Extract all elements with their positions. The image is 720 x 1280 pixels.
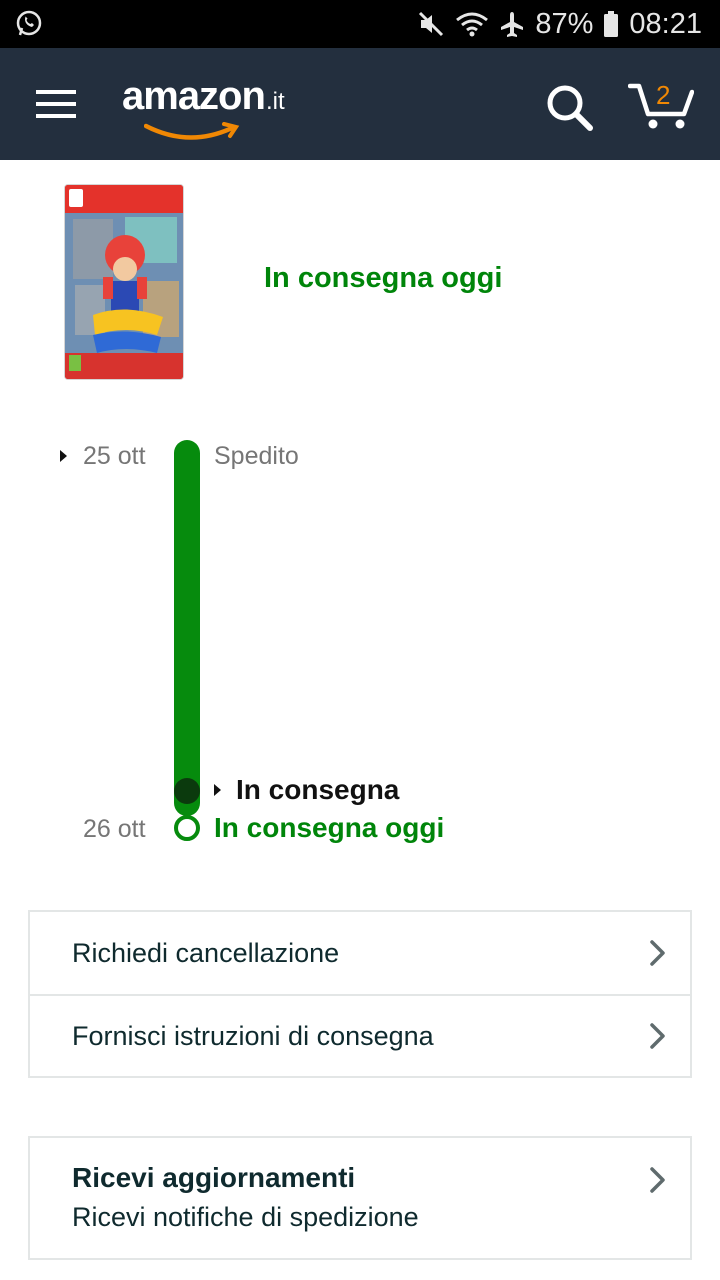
- timeline-label-current[interactable]: In consegna: [236, 774, 399, 806]
- chevron-right-icon: [650, 1167, 665, 1193]
- timeline-label-delivery: In consegna oggi: [214, 812, 445, 843]
- timeline-current-marker: [174, 778, 200, 804]
- product-boxart-icon: [65, 185, 183, 379]
- timeline-label-shipped: Spedito: [214, 442, 299, 470]
- timeline-date-delivery: 26 ott: [83, 815, 146, 843]
- caret-right-icon: [60, 450, 67, 462]
- chevron-right-icon: [650, 940, 665, 966]
- search-icon[interactable]: [544, 82, 596, 134]
- battery-icon: [604, 11, 619, 37]
- logo-smile-icon: [144, 122, 240, 140]
- amazon-logo[interactable]: amazon.it: [122, 74, 285, 140]
- battery-percentage: 87%: [535, 7, 594, 40]
- app-header: amazon.it: [0, 48, 720, 160]
- logo-tld: .it: [265, 88, 285, 115]
- timeline-progress-bar: [174, 440, 200, 816]
- logo-word: amazon: [122, 74, 266, 118]
- status-bar: 87% 08:21: [0, 0, 720, 48]
- product-image[interactable]: [64, 184, 184, 380]
- timeline-date-shipped: 25 ott: [83, 442, 146, 470]
- delivery-instructions-button[interactable]: Fornisci istruzioni di consegna: [30, 994, 690, 1076]
- hamburger-menu-icon[interactable]: [34, 86, 78, 122]
- updates-box: Ricevi aggiornamenti Ricevi notifiche di…: [28, 1136, 692, 1260]
- chevron-right-icon: [650, 1023, 665, 1049]
- receive-updates-subtitle: Ricevi notifiche di spedizione: [72, 1202, 419, 1232]
- cart-count-badge: 2: [656, 80, 671, 110]
- timeline-delivery-marker: [174, 815, 200, 841]
- delivery-status-headline: In consegna oggi: [264, 262, 503, 294]
- caret-right-icon: [214, 784, 221, 796]
- clock: 08:21: [629, 7, 702, 40]
- request-cancellation-label: Richiedi cancellazione: [72, 937, 340, 968]
- whatsapp-icon: [16, 10, 42, 36]
- wifi-icon: [456, 12, 489, 37]
- receive-updates-title: Ricevi aggiornamenti: [72, 1162, 356, 1193]
- delivery-instructions-label: Fornisci istruzioni di consegna: [72, 1020, 434, 1051]
- request-cancellation-button[interactable]: Richiedi cancellazione: [30, 912, 690, 994]
- receive-updates-button[interactable]: Ricevi aggiornamenti Ricevi notifiche di…: [30, 1138, 690, 1258]
- airplane-mode-icon: [501, 12, 524, 37]
- mute-icon: [419, 11, 444, 37]
- order-actions-box: Richiedi cancellazione Fornisci istruzio…: [28, 910, 692, 1078]
